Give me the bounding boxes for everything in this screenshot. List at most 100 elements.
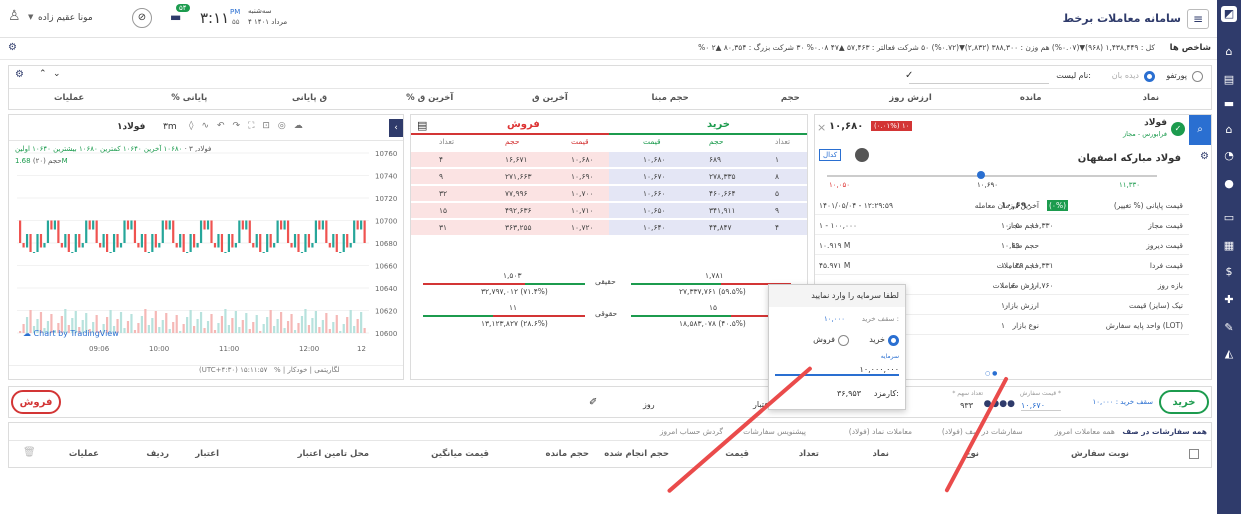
volume-bar <box>140 316 143 333</box>
volume-bar <box>172 322 175 333</box>
symbol-market: فرابورس - مجاز <box>1122 130 1167 138</box>
volume-bar <box>168 329 171 333</box>
candle <box>255 234 258 248</box>
capital-input[interactable]: ۱۰,۰۰۰,۰۰۰ <box>775 365 899 376</box>
connection-icon[interactable]: ⊘ <box>132 8 152 28</box>
price-tick: 10720 <box>375 195 397 203</box>
volume-bar <box>262 324 265 333</box>
settings-icon[interactable]: ⚙ <box>8 42 17 53</box>
settings-icon[interactable]: ⚙ <box>1200 151 1209 162</box>
timeframe[interactable]: ۳m <box>163 122 177 132</box>
dollar-icon[interactable]: $ <box>1221 264 1237 280</box>
chart-tools-icon[interactable]: ◊∿↶↷⛶⊡◎☁ <box>189 121 311 131</box>
price-tick: 10600 <box>375 330 397 338</box>
users-icon[interactable]: ● <box>1221 176 1237 192</box>
volume-bar <box>356 319 359 333</box>
list-select[interactable] <box>909 70 1049 84</box>
market-radio[interactable] <box>1144 71 1155 82</box>
table-icon[interactable]: ▦ <box>1221 238 1237 254</box>
orders-col-header: محل تامین اعتبار <box>297 449 369 459</box>
close-icon[interactable]: × <box>817 121 826 134</box>
popup-buy-radio[interactable] <box>888 335 899 346</box>
edit-icon[interactable]: ✎ <box>1221 320 1237 336</box>
codal-button[interactable]: کدال <box>819 149 842 161</box>
ob-cell: ۴ <box>775 223 780 232</box>
price-input[interactable]: ۱۰,۶۷۰ <box>1021 401 1061 411</box>
orders-tab[interactable]: همه معاملات امروز <box>1055 427 1115 436</box>
search-icon[interactable]: ⌕ <box>1189 115 1211 145</box>
user-name[interactable]: مونا عقیم زاده <box>38 13 93 23</box>
orderbook-row[interactable]: ۸ ۲۷۸,۳۳۵ ۱۰,۶۷۰ ۱۰,۶۹۰ ۲۷۱,۶۶۳ ۹ <box>411 168 807 185</box>
chart-symbol[interactable]: فولاد۱ <box>117 122 145 132</box>
home-icon[interactable]: ⌂ <box>1221 44 1237 60</box>
volume-bar <box>283 328 286 333</box>
bank-icon[interactable]: ⌂ <box>1221 122 1237 138</box>
bell-icon[interactable]: ◭ <box>1221 346 1237 362</box>
chevron-down-icon[interactable]: ▼ <box>28 13 33 21</box>
menu-icon[interactable]: ≡ <box>1187 9 1209 29</box>
orderbook-row[interactable]: ۴ ۴۴,۸۴۷ ۱۰,۶۴۰ ۱۰,۷۲۰ ۳۶۳,۲۵۵ ۳۱ <box>411 219 807 236</box>
scale-tabs[interactable]: % | لگاریتمی | خودکار <box>274 366 340 374</box>
cart-icon[interactable]: ▬ <box>170 10 181 24</box>
orderbook-row[interactable]: ۱ ۶۸۹ ۱۰,۶۸۰ ۱۰,۶۸۰ ۱۶,۶۷۱ ۴ <box>411 151 807 168</box>
user-icon[interactable]: ♙ <box>8 8 21 24</box>
candle <box>71 252 74 253</box>
range-low: ۱۰,۰۵۰ <box>829 181 851 189</box>
pager-dots[interactable]: ○ ● <box>985 370 997 377</box>
trader-stats: ۱,۵۰۳ ۱,۷۸۱ حقیقی ۳۲,۷۹۷,۰۱۲ (۷۱.۴%) ۲۷,… <box>411 271 807 371</box>
info-row: قیمت پایانی (% تغییر) آخرین / زمان معامله… <box>815 195 1189 215</box>
ob-cell: ۱۰,۷۱۰ <box>571 206 594 215</box>
candle <box>356 220 359 230</box>
check-icon[interactable]: ✓ <box>905 70 913 81</box>
candle <box>67 234 70 252</box>
chevron-down-icon[interactable]: ⌄ <box>53 69 61 79</box>
orders-tab[interactable]: معاملات نماد (فولاد) <box>849 427 912 436</box>
orderbook-menu-icon[interactable]: ▤ <box>417 119 427 132</box>
volume-bar <box>186 317 189 333</box>
add-user-icon[interactable]: ✚ <box>1221 292 1237 308</box>
candle <box>297 234 300 252</box>
trash-icon[interactable]: 🗑 <box>23 447 36 458</box>
watch-col-header: آخرین ق <box>532 93 568 103</box>
candle <box>206 220 210 230</box>
candle <box>293 234 297 248</box>
select-all-checkbox[interactable] <box>1189 449 1199 459</box>
capital-popup: لطفا سرمایه را وارد نمایید سقف خرید : ۱۰… <box>768 284 906 410</box>
orders-col-header: نوبت سفارش <box>1071 449 1129 459</box>
orders-tab[interactable]: گردش حساب امروز <box>660 427 723 436</box>
buy-button[interactable]: خرید <box>1159 390 1209 414</box>
orders-tab[interactable]: سفارشات در صف (فولاد) <box>942 427 1023 436</box>
ob-cell: ۴ <box>439 155 444 164</box>
pie-icon[interactable]: ◔ <box>1221 148 1237 164</box>
qty-input[interactable]: ۹۳۳ <box>960 401 973 410</box>
chart-nav-icon[interactable]: ‹ <box>389 119 403 137</box>
portfolio-radio[interactable] <box>1192 71 1203 82</box>
eraser-icon[interactable]: ✐ <box>589 397 597 408</box>
orders-tab[interactable]: همه سفارشات در صف <box>1122 427 1207 436</box>
card-icon[interactable]: ▭ <box>1221 210 1237 226</box>
candle <box>144 234 147 252</box>
orders-tab[interactable]: پیشنویس سفارشات <box>743 427 806 436</box>
range-high: ۱۱,۳۳۰ <box>1119 181 1141 189</box>
collapse-icon[interactable]: ⌃ <box>39 69 47 79</box>
index-bar: شاخص ها کل : ۱,۴۳۸,۴۴۹ (۹۶۸)▼(۰.۰۷%) هم … <box>0 38 1217 60</box>
candle <box>112 234 116 252</box>
filter-icon[interactable]: ⚙ <box>15 69 24 80</box>
orderbook-row[interactable]: ۵ ۴۶۰,۶۶۴ ۱۰,۶۶۰ ۱۰,۷۰۰ ۷۷,۹۹۶ ۳۲ <box>411 185 807 202</box>
candle <box>39 234 43 248</box>
ob-cell: ۵ <box>775 189 780 198</box>
price-chart[interactable]: 10760 10740 10720 10700 10680 10660 10640 10620… <box>9 143 403 355</box>
day-select[interactable]: روز <box>643 400 655 409</box>
volume-bar <box>137 323 140 333</box>
sell-button[interactable]: فروش <box>11 390 61 414</box>
logo-icon[interactable]: ◩ <box>1221 6 1237 22</box>
ob-cell: ۱۰,۶۸۰ <box>571 155 594 164</box>
volume-bar <box>151 318 154 333</box>
list-icon[interactable]: ▤ <box>1221 72 1237 88</box>
popup-sell-radio[interactable] <box>838 335 849 346</box>
candle <box>262 252 265 253</box>
document-icon[interactable]: ▬ <box>1221 96 1237 112</box>
candle <box>53 220 56 230</box>
info-label: واحد پایه سفارش (LOT) <box>1105 321 1183 330</box>
orderbook-row[interactable]: ۹ ۳۴۱,۹۱۱ ۱۰,۶۵۰ ۱۰,۷۱۰ ۴۹۲,۶۳۶ ۱۵ <box>411 202 807 219</box>
